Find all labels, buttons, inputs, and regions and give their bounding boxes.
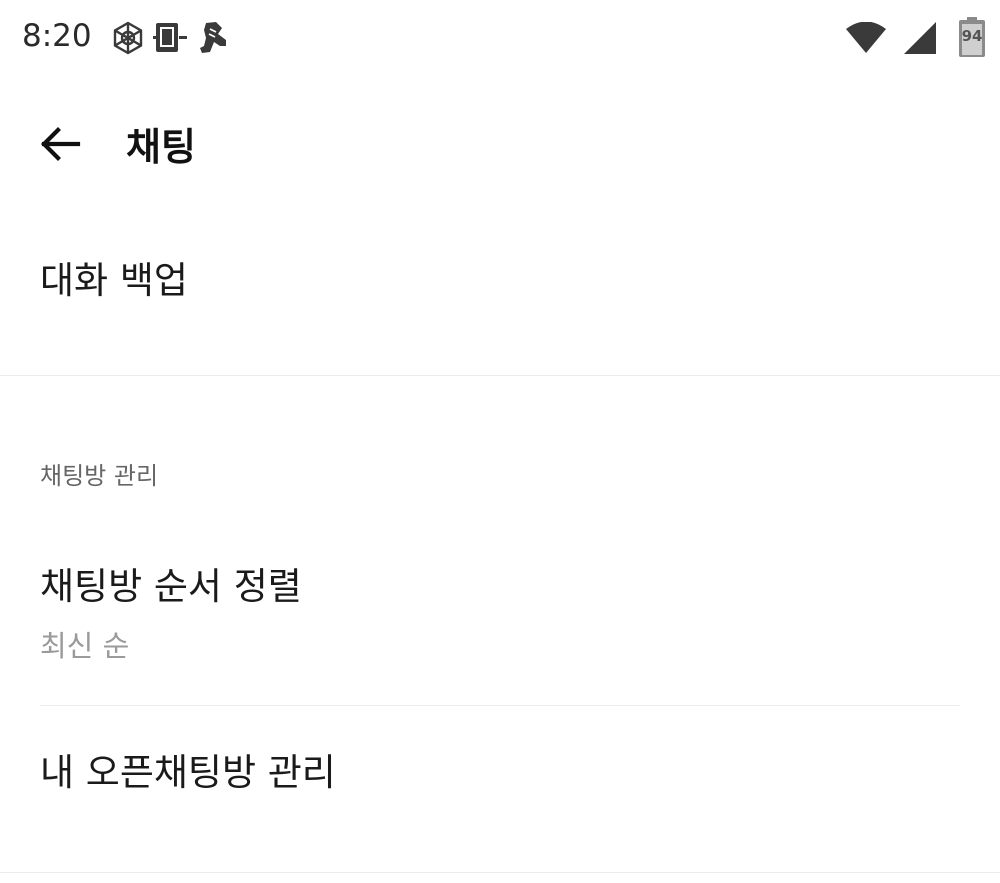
open-chat-management-title: 내 오픈채팅방 관리 [40,751,336,794]
back-button[interactable] [28,112,92,176]
cellular-signal-icon [902,20,938,60]
bottom-divider [0,872,1000,873]
wifi-icon [844,21,888,58]
backup-row[interactable]: 대화 백업 [0,232,1000,372]
open-chat-management-row[interactable]: 내 오픈채팅방 관리 [0,712,1000,872]
section-header-chatroom: 채팅방 관리 [40,462,159,490]
battery-level-text: 94 [961,27,983,45]
status-time: 8:20 [22,18,92,54]
chat-settings-screen: 8:20 94 채팅 대화 백업 채팅방 관리 채팅방 순서 정렬 최신 순 내… [0,0,1000,883]
phone-screen-icon [152,20,188,56]
arrow-left-icon [41,127,81,161]
battery-icon: 94 [958,16,986,58]
backup-title: 대화 백업 [40,259,188,302]
app-bar: 채팅 [0,96,1000,192]
row-divider [40,705,960,706]
page-title: 채팅 [126,125,196,169]
sort-order-title: 채팅방 순서 정렬 [40,565,302,608]
network-hub-icon [110,20,146,56]
sort-order-value: 최신 순 [40,629,130,663]
sneaker-icon [196,20,232,56]
sort-order-row[interactable]: 채팅방 순서 정렬 최신 순 [0,540,1000,700]
section-divider [0,375,1000,376]
status-bar: 8:20 94 [0,0,1000,80]
